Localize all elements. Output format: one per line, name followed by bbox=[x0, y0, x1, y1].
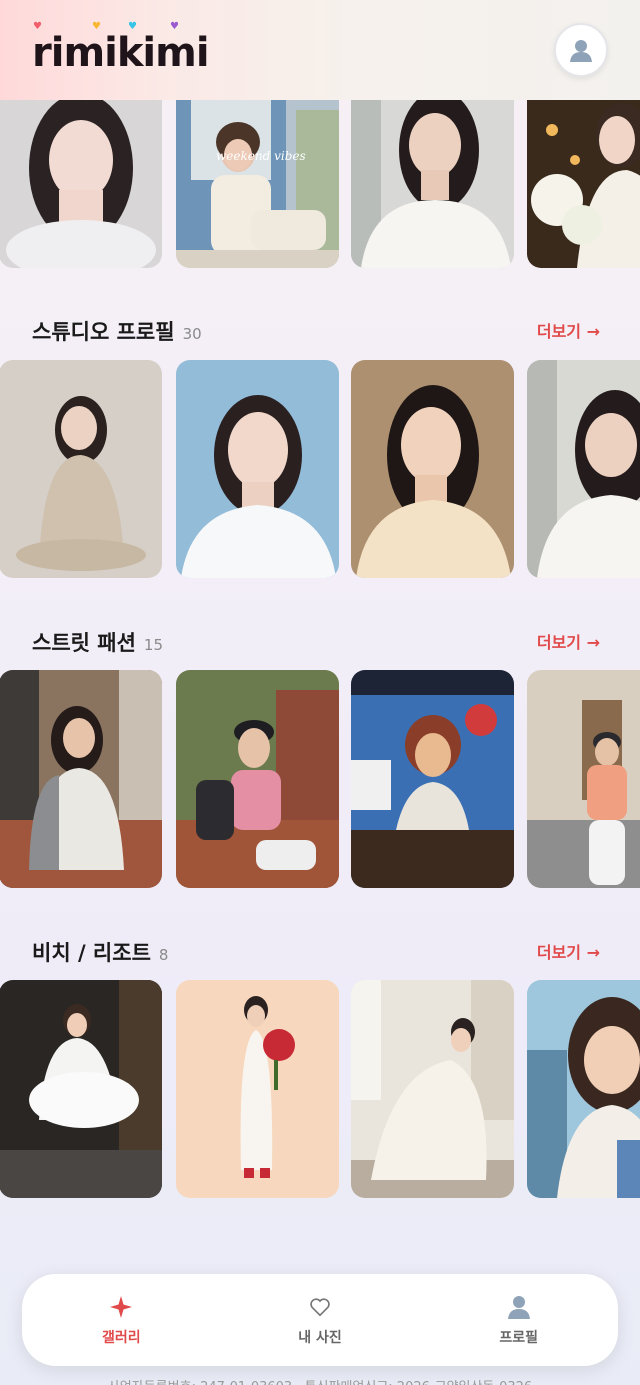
app-logo[interactable]: rimikimi ♥ ♥ ♥ ♥ bbox=[32, 22, 210, 77]
photo-card[interactable] bbox=[351, 670, 514, 888]
photo-card[interactable] bbox=[351, 980, 514, 1198]
logo-hearts-icon: ♥ ♥ ♥ ♥ bbox=[33, 21, 179, 32]
portrait-photo bbox=[0, 670, 162, 888]
section-title: 비치 / 리조트 8 bbox=[32, 941, 169, 965]
nav-label: 갤러리 bbox=[102, 1330, 141, 1346]
portrait-photo bbox=[176, 360, 339, 578]
see-more-link[interactable]: 더보기 → bbox=[537, 318, 600, 342]
section-count: 15 bbox=[143, 636, 164, 654]
nav-item-my-photos[interactable]: 내 사진 bbox=[250, 1293, 390, 1347]
user-icon bbox=[570, 40, 592, 62]
portrait-photo bbox=[0, 360, 162, 578]
portrait-photo bbox=[351, 980, 514, 1198]
section-count: 30 bbox=[182, 325, 202, 343]
portrait-photo bbox=[527, 360, 640, 578]
photo-overlay-text: weekend vibes bbox=[216, 149, 306, 163]
photo-row-street bbox=[0, 670, 640, 888]
nav-label: 프로필 bbox=[499, 1330, 538, 1346]
portrait-photo bbox=[527, 980, 640, 1198]
see-more-link[interactable]: 더보기 → bbox=[537, 939, 600, 963]
photo-card[interactable] bbox=[527, 670, 640, 888]
app-header: rimikimi ♥ ♥ ♥ ♥ bbox=[0, 0, 640, 100]
business-info-text: 사업자등록번호: 247-01-03603 · 통신판매업신고: 2026-고양… bbox=[0, 1376, 640, 1385]
photo-card[interactable] bbox=[0, 360, 162, 578]
section-header-street: 스트릿 패션 15 더보기 → bbox=[0, 627, 640, 657]
photo-card[interactable] bbox=[0, 670, 162, 888]
user-icon bbox=[507, 1296, 530, 1319]
nav-label: 내 사진 bbox=[298, 1330, 342, 1346]
portrait-photo bbox=[176, 980, 339, 1198]
nav-item-profile[interactable]: 프로필 bbox=[449, 1293, 589, 1347]
photo-card[interactable] bbox=[176, 980, 339, 1198]
photo-card[interactable] bbox=[0, 980, 162, 1198]
bottom-nav: 갤러리 내 사진 프로필 bbox=[22, 1274, 618, 1366]
section-title: 스트릿 패션 15 bbox=[32, 631, 164, 655]
portrait-photo bbox=[176, 670, 339, 888]
profile-button[interactable] bbox=[554, 23, 608, 77]
portrait-photo bbox=[351, 360, 514, 578]
portrait-photo bbox=[351, 670, 514, 888]
nav-item-gallery[interactable]: 갤러리 bbox=[51, 1293, 191, 1347]
section-count: 8 bbox=[158, 946, 169, 964]
photo-card[interactable] bbox=[176, 670, 339, 888]
section-header-beach: 비치 / 리조트 8 더보기 → bbox=[0, 937, 640, 967]
photo-card[interactable] bbox=[527, 360, 640, 578]
portrait-photo bbox=[0, 980, 162, 1198]
section-header-studio: 스튜디오 프로필 30 더보기 → bbox=[0, 316, 640, 346]
sparkle-icon bbox=[110, 1296, 133, 1318]
section-title: 스튜디오 프로필 30 bbox=[32, 320, 202, 344]
see-more-link[interactable]: 더보기 → bbox=[537, 629, 600, 653]
photo-row-beach bbox=[0, 980, 640, 1198]
photo-row-studio bbox=[0, 360, 640, 578]
photo-card[interactable] bbox=[176, 360, 339, 578]
photo-card[interactable] bbox=[527, 980, 640, 1198]
portrait-photo bbox=[527, 670, 640, 888]
heart-icon bbox=[310, 1298, 330, 1317]
photo-card[interactable] bbox=[351, 360, 514, 578]
